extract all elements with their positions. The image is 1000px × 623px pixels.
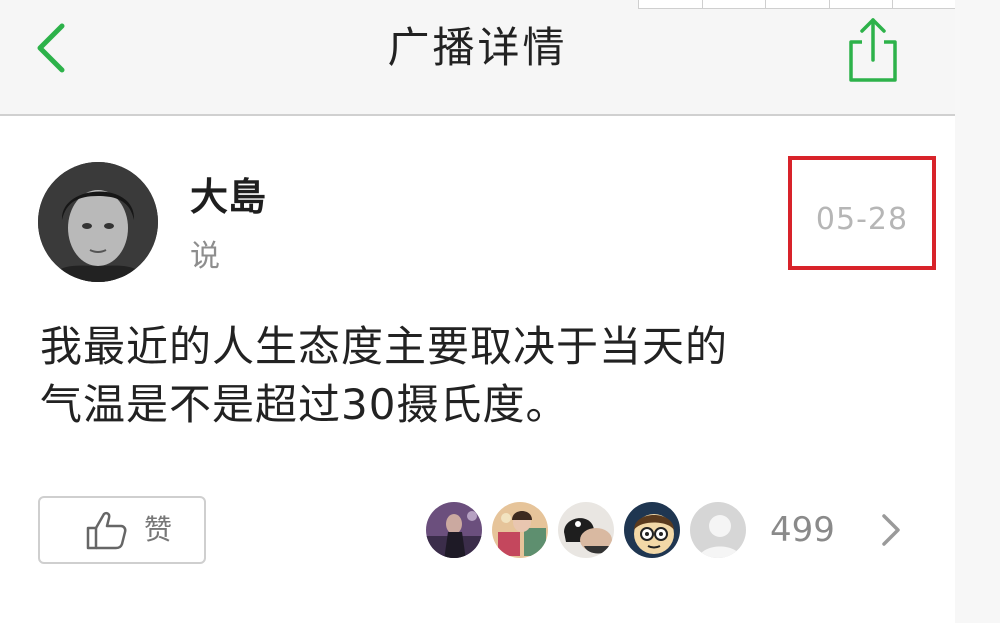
more-likers-button[interactable]	[878, 512, 904, 548]
avatar-portrait	[38, 162, 158, 282]
post-text-line: 气温是不是超过30摄氏度。	[40, 380, 569, 429]
post-text: 我最近的人生态度主要取决于当天的 气温是不是超过30摄氏度。	[40, 318, 900, 434]
nav-bar: 广播详情	[0, 0, 955, 116]
liker-avatar-5[interactable]	[688, 500, 748, 560]
liker-avatar-4[interactable]	[622, 500, 682, 560]
liker-portrait	[492, 502, 548, 558]
like-label: 赞	[144, 513, 173, 546]
liker-avatar-3[interactable]	[556, 500, 616, 560]
action-label: 说	[190, 239, 220, 274]
right-gutter	[955, 0, 1000, 623]
like-button[interactable]: 赞	[38, 496, 206, 564]
author-name[interactable]: 大島	[190, 172, 266, 222]
share-icon	[849, 18, 897, 82]
top-decorative-grid	[638, 0, 957, 9]
post-text-line: 我最近的人生态度主要取决于当天的	[40, 322, 729, 371]
broadcast-detail-screen: 广播详情 大島 说 05-28 我最近的人生态度主要取决于当天的 气温是不是超过…	[0, 0, 1000, 623]
author-avatar[interactable]	[38, 162, 158, 282]
liker-avatar-2[interactable]	[490, 500, 550, 560]
page-title: 广播详情	[387, 23, 568, 72]
like-count[interactable]: 499	[770, 508, 835, 552]
liker-portrait	[558, 502, 614, 558]
post-date: 05-28	[815, 202, 909, 237]
share-button[interactable]	[842, 14, 904, 86]
thumbs-up-icon	[86, 511, 127, 550]
default-avatar-icon	[690, 502, 746, 558]
liker-portrait	[426, 502, 482, 558]
chevron-right-icon	[882, 514, 900, 546]
liker-portrait	[624, 502, 680, 558]
liker-avatar-1[interactable]	[424, 500, 484, 560]
